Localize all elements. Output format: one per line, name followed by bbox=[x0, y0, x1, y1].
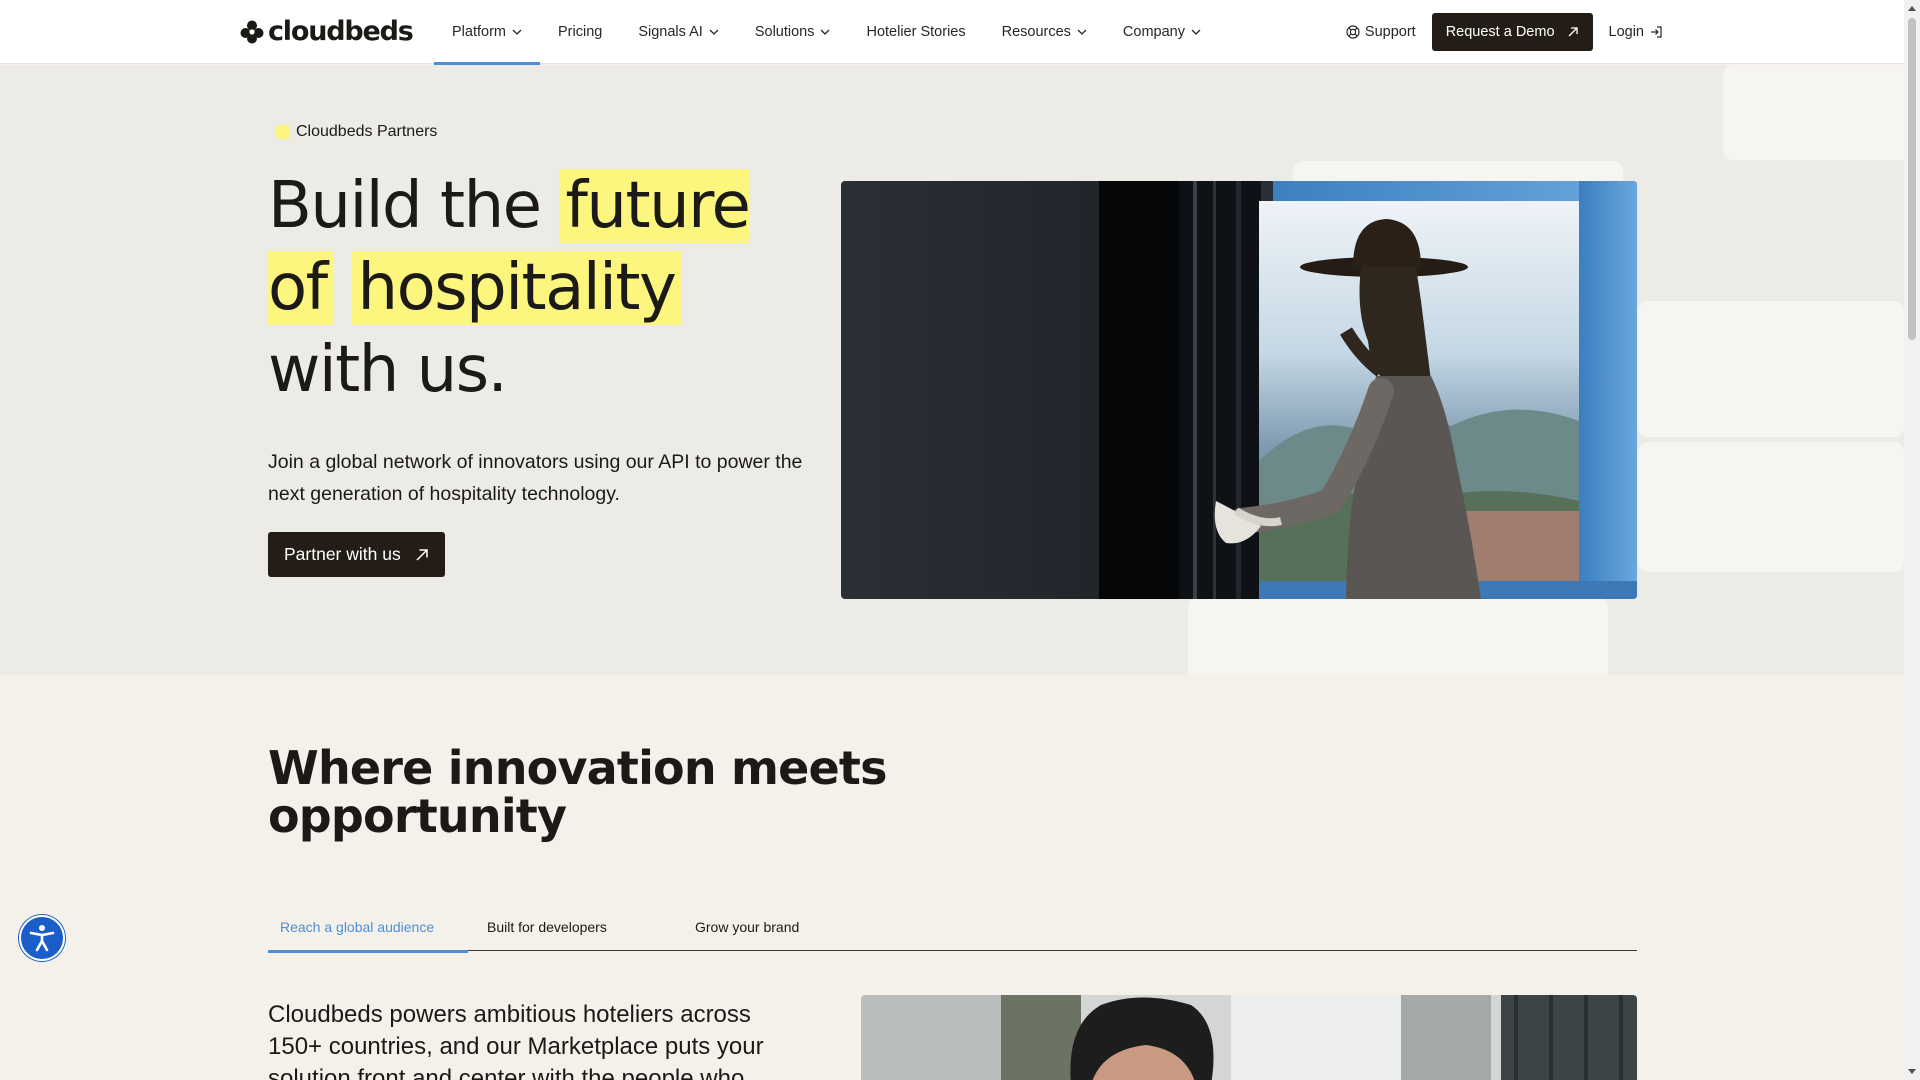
request-demo-label: Request a Demo bbox=[1445, 24, 1555, 40]
tab-reach-global-audience[interactable]: Reach a global audience bbox=[268, 905, 468, 953]
top-navigation: cloudbeds Platform Pricing Signals AI So… bbox=[0, 0, 1904, 65]
chevron-down-icon bbox=[821, 29, 830, 35]
background-tile bbox=[1188, 597, 1608, 675]
nav-item-label: Platform bbox=[452, 24, 506, 40]
accessibility-icon bbox=[29, 925, 55, 952]
nav-item-label: Company bbox=[1122, 24, 1185, 40]
partner-with-us-label: Partner with us bbox=[284, 544, 401, 564]
request-demo-button[interactable]: Request a Demo bbox=[1431, 13, 1593, 51]
background-tile bbox=[1638, 301, 1904, 437]
login-icon bbox=[1651, 26, 1662, 38]
partner-with-us-button[interactable]: Partner with us bbox=[268, 532, 445, 577]
cloudbeds-logo[interactable]: cloudbeds bbox=[240, 16, 414, 47]
section-image-man-portrait bbox=[861, 995, 1637, 1080]
support-link[interactable]: Support bbox=[1346, 24, 1416, 40]
hero-title-part: with us. bbox=[268, 333, 508, 407]
support-label: Support bbox=[1364, 24, 1416, 40]
hero-image-woman-at-window bbox=[841, 181, 1637, 599]
accessibility-button[interactable] bbox=[19, 915, 65, 961]
feature-tabs: Reach a global audience Built for develo… bbox=[268, 905, 1637, 953]
section-body-text: Cloudbeds powers ambitious hoteliers acr… bbox=[268, 1001, 764, 1080]
scroll-down-icon[interactable] bbox=[1908, 1069, 1916, 1074]
nav-item-company[interactable]: Company bbox=[1105, 0, 1219, 64]
hero-title-highlight: hospitality bbox=[351, 251, 682, 325]
main-menu: Platform Pricing Signals AI Solutions Ho… bbox=[434, 0, 1219, 65]
lifebuoy-icon bbox=[1346, 25, 1360, 39]
yellow-square-icon bbox=[276, 125, 290, 139]
chevron-down-icon bbox=[512, 29, 522, 35]
tab-built-for-developers[interactable]: Built for developers bbox=[468, 905, 668, 951]
cloudbeds-logo-icon bbox=[240, 20, 264, 44]
login-label: Login bbox=[1608, 24, 1644, 40]
nav-item-solutions[interactable]: Solutions bbox=[737, 0, 849, 64]
nav-item-label: Resources bbox=[1001, 24, 1071, 40]
nav-item-platform[interactable]: Platform bbox=[434, 0, 540, 65]
scrollbar-thumb[interactable] bbox=[1908, 18, 1916, 340]
eyebrow-text: Cloudbeds Partners bbox=[296, 123, 438, 140]
chevron-down-icon bbox=[1191, 29, 1201, 35]
hero-section: Cloudbeds Partners Build the future of h… bbox=[0, 65, 1904, 675]
nav-item-resources[interactable]: Resources bbox=[984, 0, 1105, 64]
nav-item-label: Hotelier Stories bbox=[866, 24, 966, 40]
arrow-up-right-icon bbox=[416, 548, 428, 561]
hero-description: Join a global network of innovators usin… bbox=[268, 451, 803, 505]
scroll-up-icon[interactable] bbox=[1908, 6, 1916, 11]
nav-item-pricing[interactable]: Pricing bbox=[540, 0, 620, 64]
login-link[interactable]: Login bbox=[1609, 24, 1662, 40]
nav-item-label: Signals AI bbox=[638, 24, 703, 40]
nav-item-label: Pricing bbox=[558, 24, 603, 40]
nav-item-label: Solutions bbox=[754, 24, 815, 40]
logo-text: cloudbeds bbox=[268, 16, 414, 47]
chevron-down-icon bbox=[1077, 29, 1087, 35]
arrow-up-right-icon bbox=[1568, 27, 1578, 37]
section-title: Where innovation meets opportunity bbox=[268, 741, 888, 843]
eyebrow-label: Cloudbeds Partners bbox=[276, 123, 437, 141]
nav-item-signals-ai[interactable]: Signals AI bbox=[620, 0, 737, 64]
tab-grow-your-brand[interactable]: Grow your brand bbox=[668, 905, 868, 951]
background-tile bbox=[1723, 65, 1904, 160]
hero-title-part: Build the bbox=[268, 169, 560, 243]
page-scrollbar[interactable] bbox=[1904, 0, 1920, 1080]
nav-actions: Support Request a Demo Login bbox=[1346, 0, 1662, 64]
hero-title: Build the future of hospitality with us. bbox=[268, 165, 828, 411]
background-tile bbox=[1638, 442, 1904, 572]
chevron-down-icon bbox=[709, 29, 719, 35]
nav-item-hotelier-stories[interactable]: Hotelier Stories bbox=[848, 0, 983, 64]
